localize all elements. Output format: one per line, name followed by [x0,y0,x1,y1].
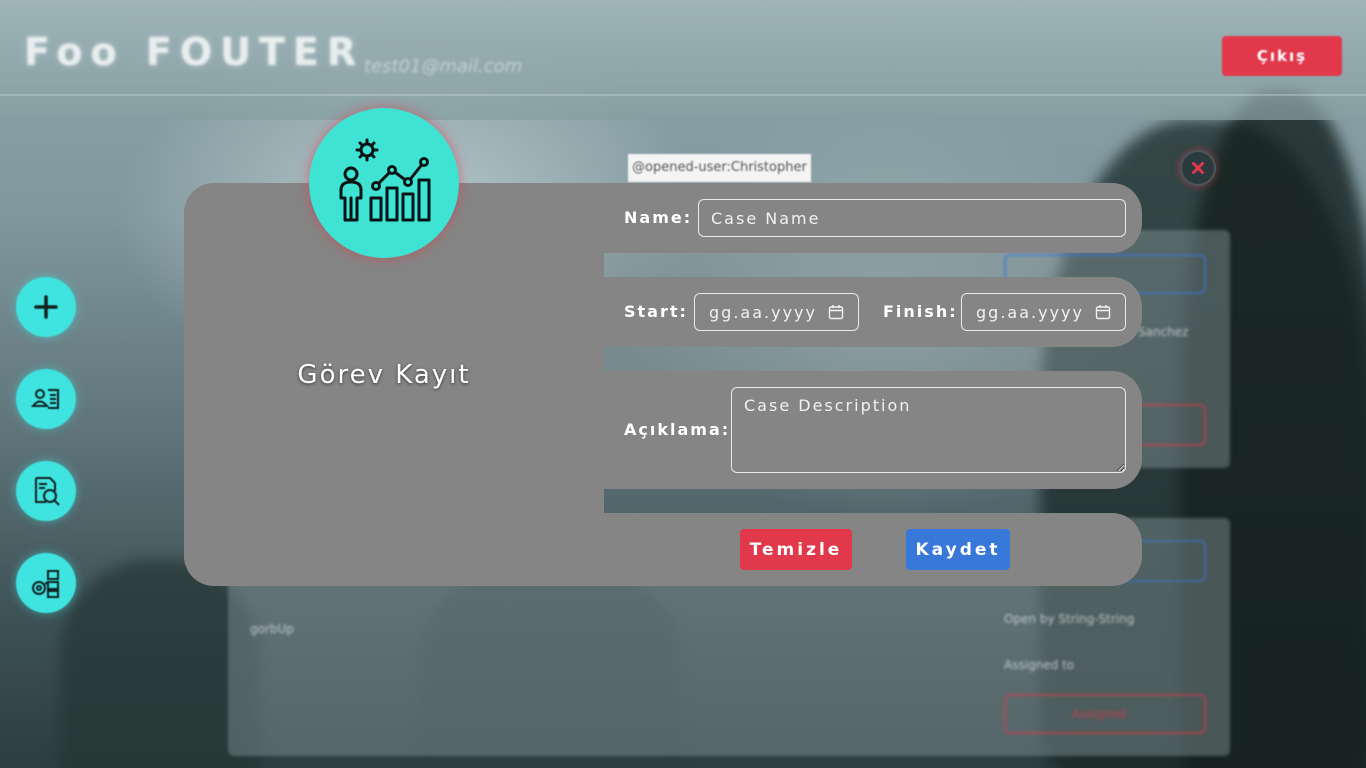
header-divider [0,94,1366,96]
finish-date-placeholder: gg.aa.yyyy [976,302,1084,322]
exit-button[interactable]: Çıkış [1222,36,1342,76]
save-button[interactable]: Kaydet [906,529,1010,570]
background-text: Assigned to [1004,658,1075,672]
description-label: Açıklama: [624,420,731,439]
calendar-icon[interactable] [1095,304,1111,320]
finish-label: Finish: [883,302,958,321]
user-email: test01@mail.com [364,56,523,77]
start-date-input[interactable]: gg.aa.yyyy [694,293,859,331]
search-document-icon [35,477,60,506]
calendar-icon[interactable] [828,304,844,320]
start-date-placeholder: gg.aa.yyyy [709,302,817,322]
close-icon [1188,158,1208,178]
case-name-input[interactable] [698,199,1126,237]
add-button[interactable] [16,277,76,337]
opened-user-tag: @opened-user:Christopher [628,154,811,182]
name-label: Name: [624,208,693,227]
form-logo [309,108,459,258]
start-label: Start: [624,302,688,321]
user-list-icon [30,389,59,409]
plus-icon [34,295,58,319]
user-list-button[interactable] [16,369,76,429]
finish-date-input[interactable]: gg.aa.yyyy [961,293,1126,331]
modal-row-actions [584,513,1142,586]
app-title: Foo FOUTER [24,30,365,74]
form-title: Görev Kayıt [297,360,471,390]
workflow-button[interactable] [16,553,76,613]
background-text: gorbUp [250,622,294,636]
person-analytics-icon [339,138,431,222]
background-text: Open by String-String [1004,612,1135,626]
clear-button[interactable]: Temizle [740,529,852,570]
background-text: Sanchez [1138,325,1189,339]
close-modal-button[interactable] [1180,150,1216,186]
workflow-icon [32,570,59,598]
background-text: Assigned [1072,707,1127,721]
search-document-button[interactable] [16,461,76,521]
case-description-textarea[interactable] [731,387,1126,473]
